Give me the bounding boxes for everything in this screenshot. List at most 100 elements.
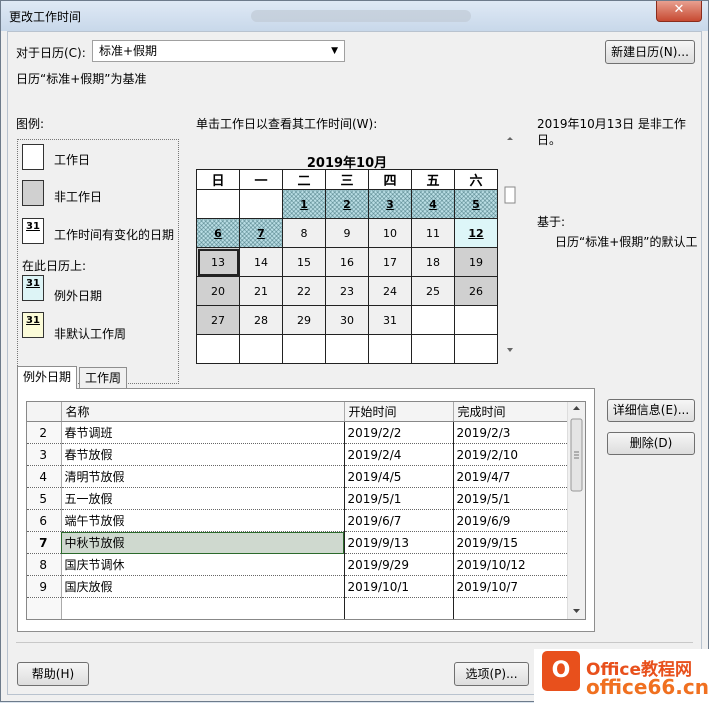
exception-start[interactable]: 2019/6/7 — [344, 509, 454, 532]
table-row[interactable]: 2 春节调班 2019/2/2 2019/2/3 — [27, 421, 570, 444]
exception-name[interactable]: 春节放假 — [61, 443, 345, 466]
calendar-empty-cell — [239, 189, 283, 219]
row-number[interactable]: 4 — [27, 465, 62, 488]
options-button[interactable]: 选项(P)... — [454, 662, 529, 686]
exception-name[interactable]: 春节调班 — [61, 421, 345, 444]
calendar-day[interactable]: 8 — [282, 218, 326, 248]
exception-start[interactable] — [344, 620, 453, 621]
legend-swatch-nondefault: 31 — [22, 312, 44, 338]
tab-exceptions[interactable]: 例外日期 — [17, 366, 78, 389]
help-button[interactable]: 帮助(H) — [17, 662, 89, 686]
new-calendar-button[interactable]: 新建日历(N)... — [605, 40, 695, 64]
row-number[interactable]: 6 — [27, 509, 62, 532]
calendar-day[interactable]: 11 — [411, 218, 455, 248]
exception-start[interactable]: 2019/9/29 — [344, 553, 454, 576]
calendar-day[interactable]: 17 — [368, 247, 412, 277]
calendar-day[interactable]: 27 — [196, 305, 240, 335]
exception-finish[interactable]: 2019/10/12 — [453, 553, 570, 576]
calendar-day[interactable]: 18 — [411, 247, 455, 277]
exception-name[interactable]: 端午节放假 — [61, 509, 345, 532]
exception-start[interactable]: 2019/5/1 — [344, 487, 454, 510]
exception-name[interactable]: 清明节放假 — [61, 465, 345, 488]
calendar-day[interactable]: 23 — [325, 276, 369, 306]
exception-start[interactable] — [344, 597, 454, 619]
row-number[interactable] — [27, 597, 62, 619]
tab-work-weeks[interactable]: 工作周 — [79, 367, 128, 388]
exception-finish[interactable] — [453, 597, 570, 619]
table-row[interactable] — [27, 620, 569, 621]
calendar-select[interactable]: 标准+假期 ▼ — [92, 40, 345, 62]
calendar-day[interactable]: 1 — [282, 189, 326, 219]
calendar-day[interactable]: 19 — [454, 247, 498, 277]
row-number[interactable]: 2 — [27, 421, 62, 444]
exception-name[interactable]: 国庆节调休 — [61, 553, 345, 576]
exception-start[interactable]: 2019/10/1 — [344, 575, 454, 598]
row-number[interactable]: 9 — [27, 575, 62, 598]
table-row[interactable]: 7 中秋节放假 2019/9/13 2019/9/15 — [27, 531, 570, 554]
calendar-day[interactable]: 6 — [196, 218, 240, 248]
calendar-day[interactable]: 28 — [239, 305, 283, 335]
row-number[interactable]: 3 — [27, 443, 62, 466]
calendar-day[interactable]: 10 — [368, 218, 412, 248]
calendar-day[interactable]: 31 — [368, 305, 412, 335]
exception-name[interactable]: 五一放假 — [61, 487, 345, 510]
calendar-day[interactable]: 25 — [411, 276, 455, 306]
exception-start[interactable]: 2019/2/4 — [344, 443, 454, 466]
exception-finish[interactable]: 2019/5/1 — [453, 487, 570, 510]
calendar-day[interactable]: 12 — [454, 218, 498, 248]
column-header-finish[interactable]: 完成时间 — [453, 402, 570, 422]
details-button[interactable]: 详细信息(E)... — [607, 399, 695, 422]
table-row[interactable]: 9 国庆放假 2019/10/1 2019/10/7 — [27, 575, 570, 598]
calendar-day[interactable]: 2 — [325, 189, 369, 219]
exception-name[interactable]: 中秋节放假 — [61, 531, 345, 554]
row-number[interactable]: 7 — [27, 531, 62, 554]
table-row[interactable]: 8 国庆节调休 2019/9/29 2019/10/12 — [27, 553, 570, 576]
weekday-header: 六 — [454, 169, 498, 190]
calendar-empty-cell — [239, 334, 283, 364]
table-row[interactable]: 6 端午节放假 2019/6/7 2019/6/9 — [27, 509, 570, 532]
based-on-value: 日历“标准+假期”的默认工 — [555, 235, 698, 249]
calendar-day[interactable]: 15 — [282, 247, 326, 277]
exception-start[interactable]: 2019/9/13 — [344, 531, 454, 554]
exception-finish[interactable]: 2019/10/7 — [453, 575, 570, 598]
calendar-day[interactable]: 26 — [454, 276, 498, 306]
table-row[interactable] — [27, 597, 570, 619]
exception-finish[interactable] — [453, 620, 569, 621]
calendar-day[interactable]: 13 — [196, 247, 240, 277]
calendar-day[interactable]: 16 — [325, 247, 369, 277]
calendar-day[interactable]: 4 — [411, 189, 455, 219]
exception-finish[interactable]: 2019/9/15 — [453, 531, 570, 554]
calendar-day[interactable]: 3 — [368, 189, 412, 219]
exception-start[interactable]: 2019/4/5 — [344, 465, 454, 488]
exception-name[interactable] — [61, 597, 345, 619]
row-number[interactable]: 5 — [27, 487, 62, 510]
close-button[interactable]: ✕ — [656, 1, 702, 22]
calendar-day[interactable]: 7 — [239, 218, 283, 248]
exception-finish[interactable]: 2019/4/7 — [453, 465, 570, 488]
exception-finish[interactable]: 2019/2/10 — [453, 443, 570, 466]
exception-name[interactable]: 国庆放假 — [61, 575, 345, 598]
exception-finish[interactable]: 2019/6/9 — [453, 509, 570, 532]
calendar-day[interactable]: 20 — [196, 276, 240, 306]
calendar-day[interactable]: 29 — [282, 305, 326, 335]
table-row[interactable]: 5 五一放假 2019/5/1 2019/5/1 — [27, 487, 570, 510]
column-header-name[interactable]: 名称 — [61, 402, 345, 422]
table-row[interactable]: 3 春节放假 2019/2/4 2019/2/10 — [27, 443, 570, 466]
calendar-day[interactable]: 9 — [325, 218, 369, 248]
row-number[interactable] — [27, 620, 61, 621]
calendar-day[interactable]: 22 — [282, 276, 326, 306]
exception-finish[interactable]: 2019/2/3 — [453, 421, 570, 444]
table-scrollbar[interactable] — [567, 402, 585, 619]
calendar-day[interactable]: 21 — [239, 276, 283, 306]
table-row[interactable]: 4 清明节放假 2019/4/5 2019/4/7 — [27, 465, 570, 488]
row-number[interactable]: 8 — [27, 553, 62, 576]
calendar-day[interactable]: 24 — [368, 276, 412, 306]
calendar-day[interactable]: 14 — [239, 247, 283, 277]
exception-name[interactable] — [61, 620, 344, 621]
delete-button[interactable]: 删除(D) — [607, 432, 695, 455]
column-header-start[interactable]: 开始时间 — [344, 402, 454, 422]
calendar-scrollbar[interactable] — [503, 135, 517, 353]
calendar-day[interactable]: 5 — [454, 189, 498, 219]
exception-start[interactable]: 2019/2/2 — [344, 421, 454, 444]
calendar-day[interactable]: 30 — [325, 305, 369, 335]
